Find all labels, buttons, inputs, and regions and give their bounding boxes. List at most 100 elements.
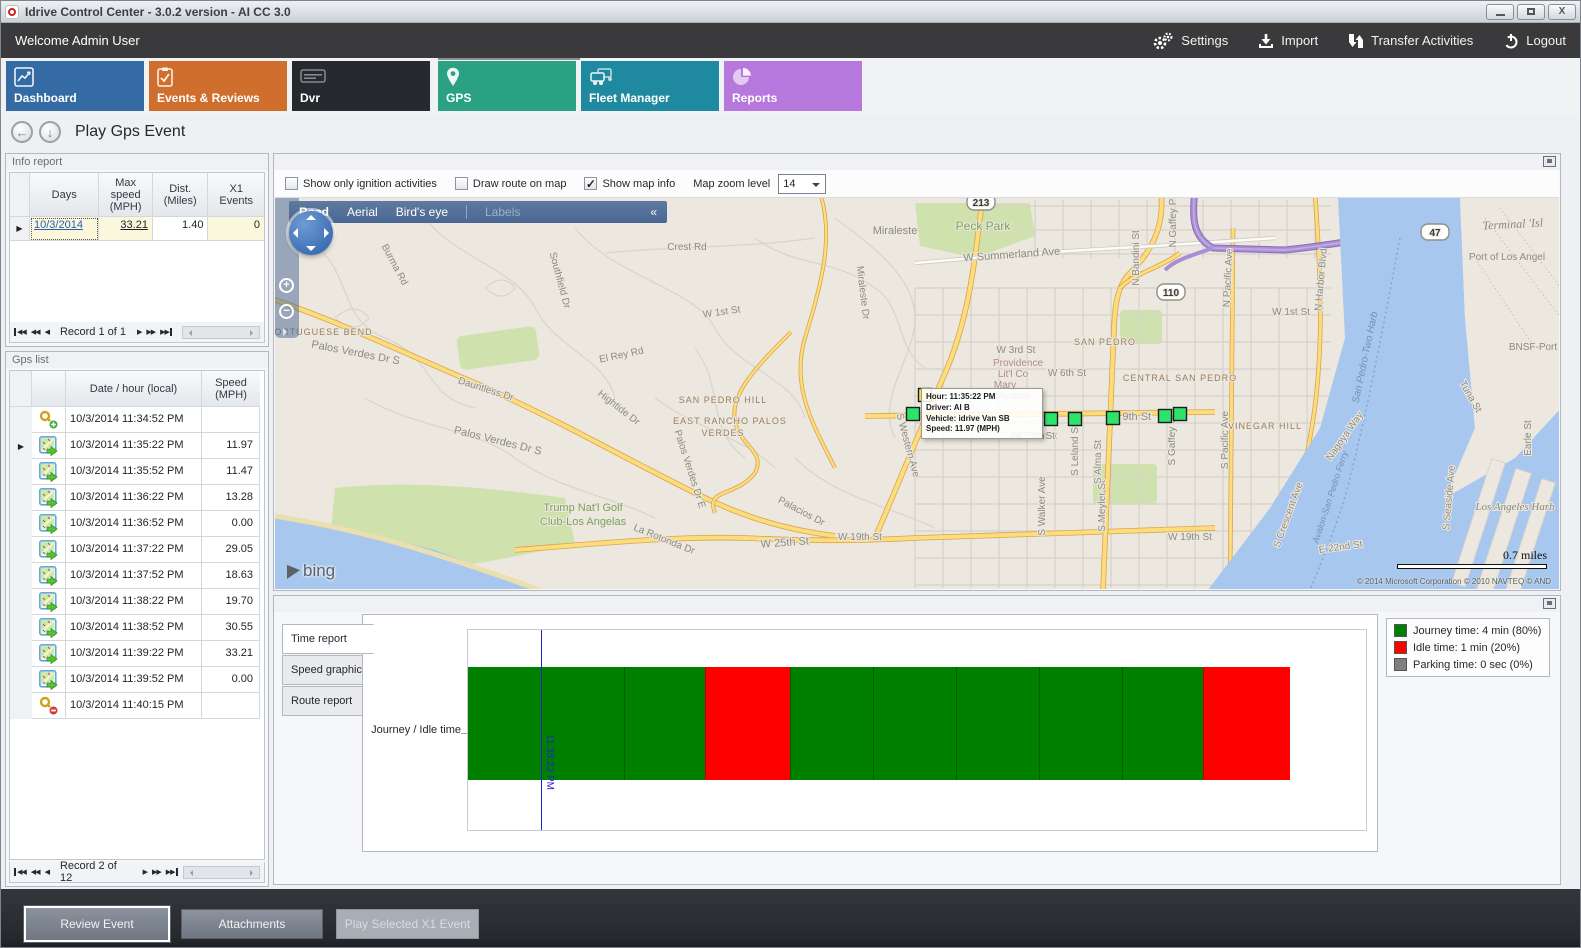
tab-gps[interactable]: GPS xyxy=(438,61,576,111)
gps-speed-cell xyxy=(202,693,260,719)
download-button[interactable]: ↓ xyxy=(39,121,61,143)
prev-page-button[interactable]: ◀◀ xyxy=(31,328,40,336)
close-button[interactable]: X xyxy=(1548,4,1576,20)
map-scale: 0.7 miles xyxy=(1397,548,1547,569)
legend-swatch xyxy=(1394,658,1407,671)
app-window: Idrive Control Center - 3.0.2 version - … xyxy=(0,0,1581,948)
map-zoom-select[interactable]: 14 xyxy=(778,174,826,194)
strip-expand-icon[interactable] xyxy=(283,328,291,336)
gps-marker[interactable] xyxy=(907,408,920,421)
map-view-aerial[interactable]: Aerial xyxy=(347,205,378,219)
panel-maximize-button[interactable] xyxy=(1543,156,1556,167)
gps-list-row[interactable]: 10/3/2014 11:34:52 PM xyxy=(10,407,264,433)
gps-list-row[interactable]: 10/3/2014 11:37:52 PM18.63 xyxy=(10,563,264,589)
prev-record-button[interactable]: ◀ xyxy=(45,868,49,876)
import-button[interactable]: Import xyxy=(1258,33,1318,49)
pan-up-icon xyxy=(306,215,316,220)
map-view-birdseye[interactable]: Bird's eye xyxy=(396,205,448,219)
settings-button[interactable]: Settings xyxy=(1152,32,1228,50)
first-record-button[interactable]: ◀◀ xyxy=(14,328,26,336)
transfer-activities-button[interactable]: Transfer Activities xyxy=(1348,33,1473,49)
info-report-row[interactable]: ▶ 10/3/2014 33.21 1.40 0 xyxy=(10,217,264,241)
gps-marker[interactable] xyxy=(1174,408,1187,421)
map-label: CENTRAL SAN PEDRO xyxy=(1123,373,1237,383)
checkbox-show-ignition[interactable]: Show only ignition activities xyxy=(285,177,437,190)
gps-list-row[interactable]: 10/3/2014 11:36:22 PM13.28 xyxy=(10,485,264,511)
map-view-labels[interactable]: Labels xyxy=(485,205,520,219)
map-panel: Show only ignition activities Draw route… xyxy=(273,153,1561,591)
toolbar-collapse-button[interactable]: « xyxy=(650,205,657,219)
tooltip-driver: Driver: AI B xyxy=(926,403,1038,414)
tab-fleet-manager[interactable]: Fleet Manager xyxy=(581,61,719,111)
map-label: N Gaffey Pl xyxy=(1168,198,1179,247)
gps-list-row[interactable]: 10/3/2014 11:39:22 PM33.21 xyxy=(10,641,264,667)
tab-reports[interactable]: Reports xyxy=(724,61,862,111)
minimize-button[interactable] xyxy=(1486,4,1514,20)
map-label: VINEGAR HILL xyxy=(1228,421,1302,431)
welcome-text: Welcome Admin User xyxy=(15,33,140,48)
play-selected-x1-event-button[interactable]: Play Selected X1 Event xyxy=(336,909,479,939)
tab-dashboard[interactable]: Dashboard xyxy=(6,61,144,111)
zoom-out-button[interactable]: − xyxy=(279,304,294,319)
gps-list-row[interactable]: 10/3/2014 11:38:22 PM19.70 xyxy=(10,589,264,615)
map-label: Los Angeles Harb xyxy=(1474,501,1555,513)
horizontal-scrollbar[interactable] xyxy=(182,326,260,339)
gps-date-cell: 10/3/2014 11:34:52 PM xyxy=(66,407,202,433)
tab-time-report[interactable]: Time report xyxy=(282,624,374,654)
review-event-button[interactable]: Review Event xyxy=(23,905,171,943)
gps-list-row[interactable]: 10/3/2014 11:36:52 PM0.00 xyxy=(10,511,264,537)
map-compass-control[interactable] xyxy=(289,211,333,255)
tab-events-reviews[interactable]: Events & Reviews xyxy=(149,61,287,111)
tab-route-report[interactable]: Route report xyxy=(282,686,374,716)
map-canvas[interactable]: MiralestePeck ParkW Summerland AveCrest … xyxy=(275,198,1559,589)
gps-list-row[interactable]: 10/3/2014 11:37:22 PM29.05 xyxy=(10,537,264,563)
window-title: Idrive Control Center - 3.0.2 version - … xyxy=(25,5,291,19)
gps-list-row[interactable]: 10/3/2014 11:35:52 PM11.47 xyxy=(10,459,264,485)
back-button[interactable]: ← xyxy=(11,121,33,143)
tooltip-speed: Speed: 11.97 (MPH) xyxy=(926,424,1038,435)
col-days[interactable]: Days xyxy=(30,173,99,217)
logout-button[interactable]: Logout xyxy=(1503,33,1566,49)
pan-right-icon xyxy=(324,228,329,238)
prev-page-button[interactable]: ◀◀ xyxy=(31,868,40,876)
attachments-button[interactable]: Attachments xyxy=(181,909,323,939)
zoom-in-button[interactable]: + xyxy=(279,278,294,293)
gps-marker[interactable] xyxy=(1107,412,1120,425)
row-gutter: ▶ xyxy=(10,433,32,459)
gps-date-cell: 10/3/2014 11:35:22 PM xyxy=(66,433,202,459)
time-cursor-line[interactable] xyxy=(541,630,542,830)
gps-marker[interactable] xyxy=(1159,410,1172,423)
gps-marker[interactable] xyxy=(1045,413,1058,426)
gps-list-row[interactable]: 10/3/2014 11:40:15 PM xyxy=(10,693,264,719)
tab-dvr[interactable]: Dvr xyxy=(292,61,430,111)
title-bar[interactable]: Idrive Control Center - 3.0.2 version - … xyxy=(1,1,1580,23)
col-max-speed[interactable]: Max speed (MPH) xyxy=(99,173,153,217)
prev-record-button[interactable]: ◀ xyxy=(45,328,49,336)
dashboard-icon xyxy=(14,67,34,87)
col-speed[interactable]: Speed (MPH) xyxy=(202,371,260,407)
col-x1-events[interactable]: X1 Events xyxy=(208,173,264,217)
next-record-button[interactable]: ▶ xyxy=(137,328,141,336)
checkbox-draw-route[interactable]: Draw route on map xyxy=(455,177,567,190)
horizontal-scrollbar[interactable] xyxy=(183,866,260,879)
next-page-button[interactable]: ▶▶ xyxy=(152,868,161,876)
row-marker-icon: ▶ xyxy=(10,217,30,241)
col-date-hour[interactable]: Date / hour (local) xyxy=(66,371,202,407)
col-dist[interactable]: Dist. (Miles) xyxy=(153,173,209,217)
first-record-button[interactable]: ◀◀ xyxy=(14,868,26,876)
panel-maximize-button[interactable] xyxy=(1543,598,1556,609)
checkbox-show-map-info[interactable]: ✓ Show map info xyxy=(584,177,675,190)
maximize-button[interactable] xyxy=(1517,4,1545,20)
dropdown-arrow-icon xyxy=(812,183,820,191)
map-label: SAN PEDRO xyxy=(1074,337,1136,347)
last-record-button[interactable]: ▶▶ xyxy=(166,868,178,876)
max-speed-value[interactable]: 33.21 xyxy=(99,217,153,241)
gps-marker[interactable] xyxy=(1069,413,1082,426)
last-record-button[interactable]: ▶▶ xyxy=(160,328,172,336)
next-page-button[interactable]: ▶▶ xyxy=(146,328,155,336)
gps-list-row[interactable]: ▶10/3/2014 11:35:22 PM11.97 xyxy=(10,433,264,459)
gps-list-row[interactable]: 10/3/2014 11:38:52 PM30.55 xyxy=(10,615,264,641)
next-record-button[interactable]: ▶ xyxy=(143,868,147,876)
gps-list-row[interactable]: 10/3/2014 11:39:52 PM0.00 xyxy=(10,667,264,693)
tab-speed-graphic[interactable]: Speed graphic xyxy=(282,655,374,685)
